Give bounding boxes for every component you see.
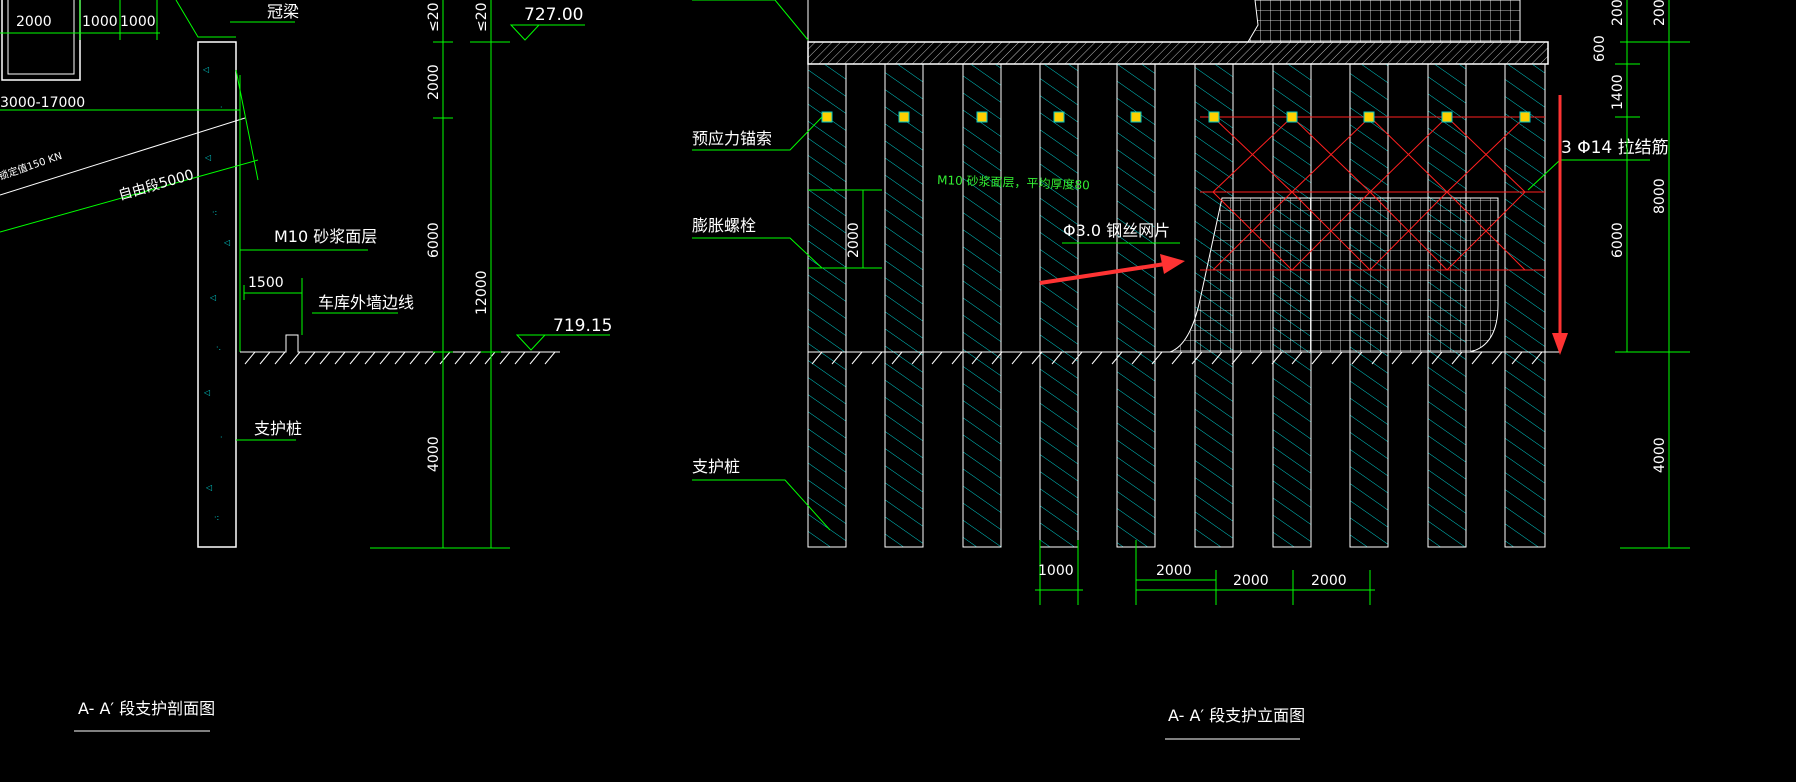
dim-top-left-c: 1000 (120, 14, 156, 30)
dim-v-6000: 6000 (426, 222, 442, 258)
dim-r-4000: 4000 (1652, 437, 1668, 473)
anchor-head (1208, 111, 1220, 123)
label-anchor-range: 3000-17000 (0, 95, 85, 111)
elevation-title: A- A′ 段支护立面图 (1168, 706, 1305, 725)
cad-drawing-canvas: 2000 1000 1000 ◁ · ◁ ·: ◁ ◁ ·. ◁ · ◁ ·: 冠梁 30… (0, 0, 1690, 740)
svg-text:·:: ·: (214, 513, 219, 522)
dim-r-200a: 200 (1610, 0, 1626, 26)
section-ground (240, 334, 560, 365)
dim-b-1000: 1000 (1038, 563, 1074, 579)
pile-5 (1116, 63, 1156, 548)
label-bolt: 膨胀螺栓 (692, 216, 756, 235)
elevation-marker-top (509, 24, 585, 41)
label-free-length: 自由段5000 (117, 167, 196, 204)
anchor-head (1130, 111, 1142, 123)
dim-le-a: ≤20 (426, 2, 442, 32)
elevation-ground: 719.15 (553, 316, 612, 336)
label-mortar-face: M10 砂浆面层 (274, 227, 377, 246)
dim-top-left-a: 2000 (16, 14, 52, 30)
red-arrow-down (1552, 95, 1568, 355)
svg-text:◁: ◁ (204, 153, 211, 162)
upper-mesh (1247, 0, 1521, 43)
pile-1 (807, 63, 847, 548)
svg-text:◁: ◁ (223, 238, 230, 247)
anchor-head (898, 111, 910, 123)
label-tie-bar: 3 Φ14 拉结筋 (1561, 138, 1669, 158)
dim-1500: 1500 (248, 275, 284, 291)
elevation-top: 727.00 (524, 5, 583, 25)
anchor-head (1286, 111, 1298, 123)
elevation-marker-ground (515, 334, 610, 351)
section-title: A- A′ 段支护剖面图 (78, 699, 215, 718)
label-elevation-pile: 支护桩 (692, 457, 740, 476)
svg-text:◁: ◁ (209, 293, 216, 302)
dim-le-b: ≤20 (474, 2, 490, 32)
dim-v-2000: 2000 (426, 64, 442, 100)
label-crown-beam: 冠梁 (267, 2, 299, 21)
dim-r-200b: 200 (1652, 0, 1668, 26)
elevation-view: 预应力锚索 膨胀螺栓 支护桩 2000 M10 砂浆面层，平均厚度80 Φ3.0… (692, 0, 1690, 740)
elevation-leaders (692, 0, 882, 531)
svg-text:◁: ◁ (205, 483, 212, 492)
label-garage-wall: 车库外墙边线 (318, 293, 414, 312)
anchor-head (821, 111, 833, 123)
dim-r-6000: 6000 (1610, 222, 1626, 258)
top-left-box (1, 0, 81, 81)
anchor-head (1053, 111, 1065, 123)
anchor-head (1441, 111, 1453, 123)
anchor-head (976, 111, 988, 123)
dim-r-600: 600 (1592, 35, 1608, 62)
dim-top-left-b: 1000 (82, 14, 118, 30)
svg-text:·: · (220, 433, 223, 442)
pile-4 (1039, 63, 1079, 548)
pile-2 (884, 63, 924, 548)
dim-bolt-2000: 2000 (846, 222, 862, 258)
section-view: 2000 1000 1000 ◁ · ◁ ·: ◁ ◁ ·. ◁ · ◁ ·: 冠梁 30… (0, 0, 612, 732)
tie-bar-leader (1527, 159, 1650, 191)
section-pile: ◁ · ◁ ·: ◁ ◁ ·. ◁ · ◁ ·: (197, 41, 237, 548)
svg-text:·:: ·: (212, 208, 217, 217)
crown-beam-band (807, 41, 1549, 65)
label-section-pile: 支护桩 (254, 419, 302, 438)
dim-v-4000: 4000 (426, 436, 442, 472)
pile-3 (962, 63, 1002, 548)
dim-r-8000: 8000 (1652, 178, 1668, 214)
anchor-head (1519, 111, 1531, 123)
label-mesh: Φ3.0 钢丝网片 (1063, 221, 1170, 240)
anchor-head (1363, 111, 1375, 123)
svg-text:◁: ◁ (202, 65, 209, 74)
dim-v-12000: 12000 (474, 270, 490, 315)
svg-text:·.: ·. (216, 343, 221, 352)
svg-text:·: · (220, 103, 223, 112)
dim-r-1400: 1400 (1610, 74, 1626, 110)
dim-b-2000c: 2000 (1311, 573, 1347, 589)
mesh-panel (1169, 197, 1499, 353)
pile-10 (1504, 63, 1546, 548)
dim-b-2000a: 2000 (1156, 563, 1192, 579)
dim-b-2000b: 2000 (1233, 573, 1269, 589)
label-anchor: 预应力锚索 (692, 129, 772, 148)
svg-text:◁: ◁ (203, 388, 210, 397)
